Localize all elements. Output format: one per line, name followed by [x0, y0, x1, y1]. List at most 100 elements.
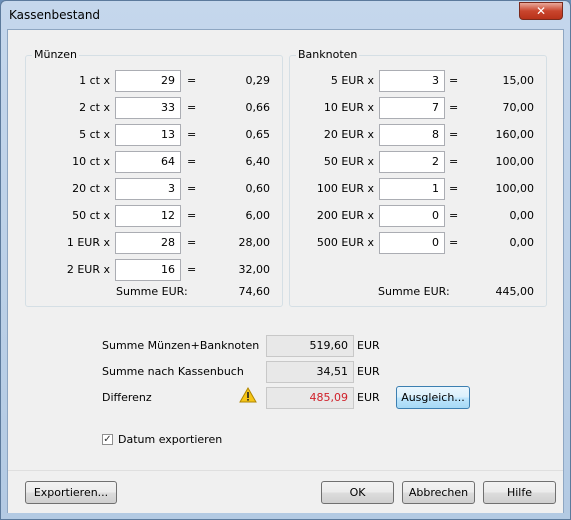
help-button[interactable]: Hilfe	[483, 481, 556, 504]
banknotes-row-sum: 100,00	[495, 182, 535, 195]
coins-equals-sign: =	[187, 236, 197, 249]
sum-coins-notes-field: 519,60	[266, 335, 354, 357]
coins-group-title: Münzen	[32, 48, 79, 61]
banknotes-count-input[interactable]: 3	[379, 70, 445, 92]
banknotes-row: 10 EUR x 7 = 70,00	[290, 97, 540, 119]
banknotes-equals-sign: =	[449, 236, 459, 249]
banknotes-row-sum: 15,00	[502, 74, 535, 87]
balance-button[interactable]: Ausgleich...	[396, 386, 470, 409]
banknotes-row-sum: 160,00	[495, 128, 535, 141]
banknotes-count-input[interactable]: 8	[379, 124, 445, 146]
coins-count-input[interactable]: 16	[115, 259, 181, 281]
coins-total-value: 74,60	[238, 285, 271, 298]
coins-count-input[interactable]: 29	[115, 70, 181, 92]
coins-equals-sign: =	[187, 74, 197, 87]
coins-count-input[interactable]: 28	[115, 232, 181, 254]
coins-count-input[interactable]: 3	[115, 178, 181, 200]
coins-equals-sign: =	[187, 263, 197, 276]
dialog-client: Münzen 1 ct x 29 = 0,29 2 ct x 33 = 0,66 5 ct x1…	[7, 29, 564, 513]
difference-unit: EUR	[357, 391, 380, 404]
banknotes-row-label: 100 EUR x	[316, 182, 374, 195]
banknotes-count-input[interactable]: 7	[379, 97, 445, 119]
sum-coins-notes-unit: EUR	[357, 339, 380, 352]
banknotes-count-input[interactable]: 1	[379, 178, 445, 200]
coins-row-sum: 0,65	[245, 128, 271, 141]
coins-equals-sign: =	[187, 128, 197, 141]
dialog-window: Kassenbestand ✕ Münzen 1 ct x 29 = 0,29 2 ct…	[0, 0, 571, 520]
coins-count-input[interactable]: 13	[115, 124, 181, 146]
warning-triangle-icon	[239, 387, 257, 403]
button-bar: Exportieren... OK Abbrechen Hilfe	[8, 470, 563, 513]
coins-row-sum: 0,66	[245, 101, 271, 114]
coins-total-label: Summe EUR:	[116, 285, 188, 298]
banknotes-equals-sign: =	[449, 101, 459, 114]
coins-group: Münzen 1 ct x 29 = 0,29 2 ct x 33 = 0,66 5 ct x 1…	[25, 48, 283, 307]
coins-row: 2 EUR x 16 = 32,00	[26, 259, 276, 281]
ok-button[interactable]: OK	[321, 481, 394, 504]
coins-row-label: 50 ct x	[72, 209, 110, 222]
export-date-checkbox[interactable]: ✓	[102, 434, 113, 445]
coins-count-input[interactable]: 64	[115, 151, 181, 173]
export-date-label[interactable]: Datum exportieren	[118, 433, 222, 446]
coins-row-sum: 0,60	[245, 182, 271, 195]
checkmark-icon: ✓	[103, 434, 112, 445]
coins-row: 20 ct x 3 = 0,60	[26, 178, 276, 200]
banknotes-group-title: Banknoten	[296, 48, 360, 61]
coins-equals-sign: =	[187, 209, 197, 222]
banknotes-row-sum: 100,00	[495, 155, 535, 168]
coins-equals-sign: =	[187, 155, 197, 168]
banknotes-equals-sign: =	[449, 155, 459, 168]
coins-row: 1 EUR x 28 = 28,00	[26, 232, 276, 254]
coins-row: 50 ct x 12 = 6,00	[26, 205, 276, 227]
close-button[interactable]: ✕	[519, 2, 563, 20]
banknotes-row-label: 500 EUR x	[316, 236, 374, 249]
sum-coins-notes-label: Summe Münzen+Banknoten	[102, 339, 260, 352]
sum-cashbook-label: Summe nach Kassenbuch	[102, 365, 244, 378]
banknotes-row-label: 5 EUR x	[330, 74, 374, 87]
coins-row-label: 10 ct x	[72, 155, 110, 168]
coins-row-sum: 32,00	[238, 263, 271, 276]
coins-row-sum: 0,29	[245, 74, 271, 87]
coins-row: 2 ct x 33 = 0,66	[26, 97, 276, 119]
cancel-button[interactable]: Abbrechen	[402, 481, 475, 504]
coins-equals-sign: =	[187, 182, 197, 195]
coins-equals-sign: =	[187, 101, 197, 114]
banknotes-row-label: 200 EUR x	[316, 209, 374, 222]
banknotes-row-sum: 0,00	[509, 209, 535, 222]
banknotes-count-input[interactable]: 0	[379, 205, 445, 227]
coins-row-label: 1 ct x	[79, 74, 110, 87]
banknotes-equals-sign: =	[449, 182, 459, 195]
coins-row-label: 20 ct x	[72, 182, 110, 195]
sum-cashbook-field: 34,51	[266, 361, 354, 383]
banknotes-row-sum: 0,00	[509, 236, 535, 249]
banknotes-equals-sign: =	[449, 209, 459, 222]
coins-row: 5 ct x 13 = 0,65	[26, 124, 276, 146]
banknotes-row: 200 EUR x 0 = 0,00	[290, 205, 540, 227]
banknotes-count-input[interactable]: 0	[379, 232, 445, 254]
banknotes-row: 100 EUR x 1 = 100,00	[290, 178, 540, 200]
coins-count-input[interactable]: 33	[115, 97, 181, 119]
coins-row-label: 2 ct x	[79, 101, 110, 114]
banknotes-equals-sign: =	[449, 128, 459, 141]
banknotes-total-value: 445,00	[495, 285, 535, 298]
coins-row-sum: 6,00	[245, 209, 271, 222]
banknotes-row: 500 EUR x 0 = 0,00	[290, 232, 540, 254]
banknotes-total-label: Summe EUR:	[378, 285, 450, 298]
banknotes-row: 5 EUR x 3 = 15,00	[290, 70, 540, 92]
coins-count-input[interactable]: 12	[115, 205, 181, 227]
banknotes-row-sum: 70,00	[502, 101, 535, 114]
banknotes-count-input[interactable]: 2	[379, 151, 445, 173]
coins-row-sum: 28,00	[238, 236, 271, 249]
coins-row: 10 ct x 64 = 6,40	[26, 151, 276, 173]
banknotes-group: Banknoten 5 EUR x 3 = 15,00 10 EUR x 7 = 70,00 2…	[289, 48, 547, 307]
difference-label: Differenz	[102, 391, 152, 404]
banknotes-row-label: 10 EUR x	[323, 101, 374, 114]
banknotes-row: 20 EUR x 8 = 160,00	[290, 124, 540, 146]
coins-row: 1 ct x 29 = 0,29	[26, 70, 276, 92]
export-button[interactable]: Exportieren...	[25, 481, 117, 504]
difference-field: 485,09	[266, 387, 354, 409]
sum-cashbook-unit: EUR	[357, 365, 380, 378]
banknotes-equals-sign: =	[449, 74, 459, 87]
window-title: Kassenbestand	[9, 8, 101, 22]
coins-row-label: 1 EUR x	[66, 236, 110, 249]
